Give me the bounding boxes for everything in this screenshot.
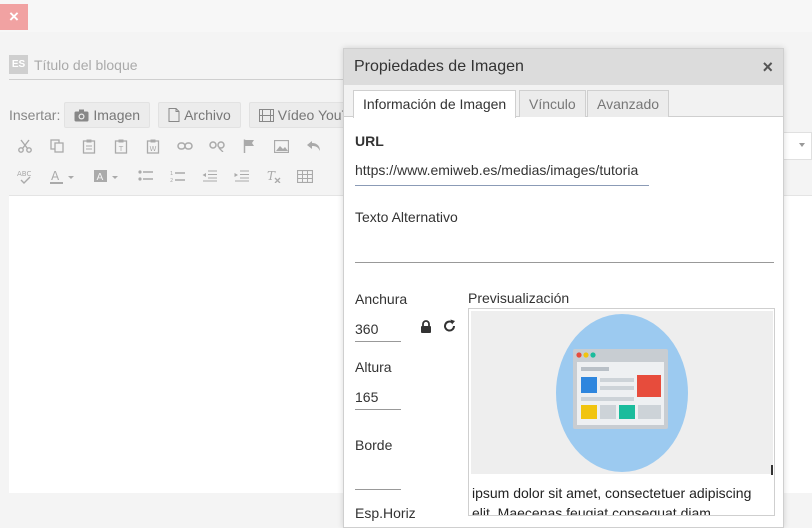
film-icon	[258, 108, 274, 122]
undo-button[interactable]	[297, 133, 329, 159]
url-input[interactable]: https://www.emiweb.es/medias/images/tuto…	[355, 160, 649, 186]
website-illustration-icon	[556, 314, 688, 472]
dialog-tabs: Información de Imagen Vínculo Avanzado	[344, 85, 783, 118]
dialog-header[interactable]: Propiedades de Imagen ×	[344, 49, 783, 85]
image-preview: ipsum dolor sit amet, consectetuer adipi…	[468, 308, 775, 516]
link-button[interactable]	[169, 133, 201, 159]
url-label: URL	[355, 133, 384, 149]
insert-toolbar: Insertar: Imagen Archivo Vídeo YouTu	[9, 102, 375, 128]
numbered-list-button[interactable]: 12	[161, 163, 193, 189]
block-title-placeholder: Título del bloque	[34, 56, 138, 73]
remove-format-icon: T	[267, 169, 280, 183]
bulleted-list-icon	[137, 170, 153, 181]
dialog-title: Propiedades de Imagen	[354, 58, 524, 75]
format-select[interactable]	[782, 132, 812, 160]
svg-text:T: T	[118, 145, 124, 153]
width-input[interactable]: 360	[355, 316, 401, 342]
unlink-icon	[209, 141, 225, 152]
undo-icon	[306, 141, 320, 151]
text-color-icon: A	[50, 169, 74, 184]
tab-link[interactable]: Vínculo	[519, 90, 586, 117]
alt-text-input[interactable]	[355, 237, 774, 263]
paste-word-button[interactable]: W	[137, 133, 169, 159]
text-color-button[interactable]: A	[41, 163, 85, 189]
clipboard-icon	[82, 139, 96, 154]
formatting-toolbar-row-1: T W	[9, 132, 329, 160]
top-strip	[0, 0, 812, 32]
insert-file-button[interactable]: Archivo	[158, 102, 241, 128]
remove-format-button[interactable]: T	[257, 163, 289, 189]
svg-text:W: W	[150, 145, 157, 153]
indent-button[interactable]	[225, 163, 257, 189]
outdent-button[interactable]	[193, 163, 225, 189]
image-properties-dialog: Propiedades de Imagen × Información de I…	[343, 48, 784, 528]
camera-icon	[74, 109, 89, 121]
paste-word-icon: W	[146, 139, 160, 154]
height-label: Altura	[355, 359, 392, 375]
paste-text-icon: T	[114, 139, 128, 154]
picture-icon	[273, 139, 289, 153]
file-icon	[168, 108, 180, 122]
scissors-icon	[18, 139, 32, 153]
height-input[interactable]: 165	[355, 384, 401, 410]
hspace-label: Esp.Horiz	[355, 505, 416, 521]
cut-button[interactable]	[9, 133, 41, 159]
svg-text:2: 2	[170, 178, 173, 183]
border-input[interactable]	[355, 464, 401, 490]
preview-label: Previsualización	[468, 290, 570, 306]
table-button[interactable]	[289, 163, 321, 189]
paste-text-button[interactable]: T	[105, 133, 137, 159]
resize-cursor-mark	[771, 465, 773, 475]
anchor-button[interactable]	[233, 133, 265, 159]
numbered-list-icon: 12	[170, 171, 185, 183]
svg-text:T: T	[267, 169, 276, 183]
chevron-down-icon	[799, 143, 805, 147]
outdent-icon	[202, 170, 217, 182]
image-button[interactable]	[265, 133, 297, 159]
reset-size-button[interactable]	[443, 319, 456, 338]
indent-icon	[234, 170, 249, 182]
bulleted-list-button[interactable]	[129, 163, 161, 189]
preview-sample-text: ipsum dolor sit amet, consectetuer adipi…	[472, 485, 752, 516]
refresh-icon	[444, 319, 456, 332]
lock-icon	[421, 320, 431, 333]
alt-text-label: Texto Alternativo	[355, 209, 458, 225]
close-editor-button[interactable]: ×	[0, 4, 28, 30]
preview-image	[471, 311, 773, 474]
insert-image-label: Imagen	[93, 107, 141, 123]
border-label: Borde	[355, 437, 393, 453]
paste-button[interactable]	[73, 133, 105, 159]
formatting-toolbar-row-2: ABC A A 12 T	[9, 162, 321, 190]
tab-advanced[interactable]: Avanzado	[587, 90, 670, 117]
copy-icon	[50, 139, 64, 153]
insert-image-button[interactable]: Imagen	[64, 102, 151, 128]
lock-ratio-button[interactable]	[420, 320, 432, 338]
background-color-icon: A	[94, 169, 118, 183]
width-label: Anchura	[355, 291, 408, 307]
link-icon	[177, 142, 193, 150]
flag-icon	[243, 139, 254, 153]
language-badge: ES	[9, 55, 28, 74]
insert-file-label: Archivo	[184, 107, 231, 123]
svg-text:1: 1	[170, 171, 173, 177]
dialog-close-button[interactable]: ×	[762, 57, 773, 78]
svg-text:A: A	[97, 172, 104, 183]
table-icon	[297, 169, 313, 183]
unlink-button[interactable]	[201, 133, 233, 159]
spellcheck-button[interactable]: ABC	[9, 163, 41, 189]
background-color-button[interactable]: A	[85, 163, 129, 189]
svg-text:A: A	[51, 169, 60, 183]
spellcheck-icon: ABC	[17, 170, 31, 184]
copy-button[interactable]	[41, 133, 73, 159]
tab-image-info[interactable]: Información de Imagen	[353, 90, 517, 118]
block-title-field[interactable]: ES Título del bloque	[9, 50, 349, 80]
insert-label: Insertar:	[9, 107, 61, 123]
